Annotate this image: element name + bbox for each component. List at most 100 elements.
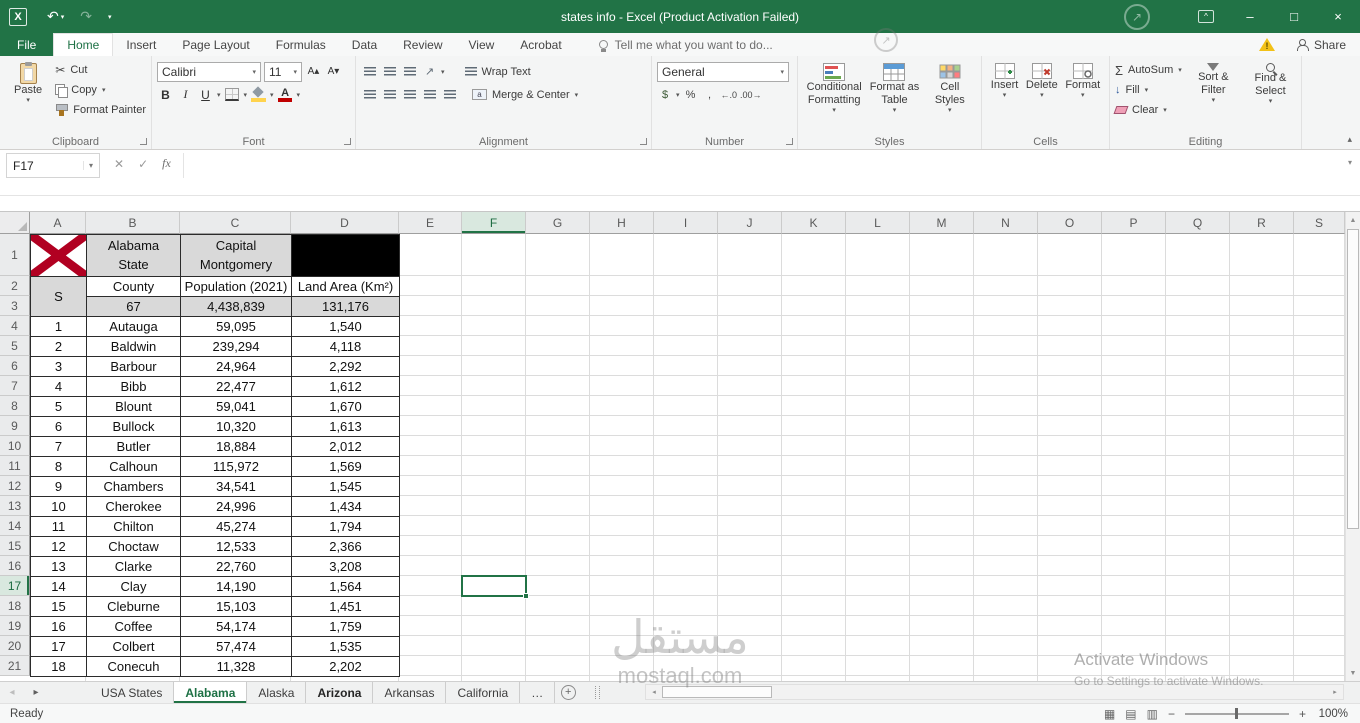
clear-button[interactable]: Clear ▾ bbox=[1113, 100, 1182, 120]
undo-button[interactable]: ↶ ▾ bbox=[47, 8, 64, 25]
row-header-13[interactable]: 13 bbox=[0, 496, 30, 516]
decrease-font-size-button[interactable]: A▾ bbox=[325, 63, 342, 81]
column-header-o[interactable]: O bbox=[1038, 212, 1102, 234]
align-left-button[interactable] bbox=[361, 86, 378, 104]
county-population-cell[interactable]: 45,274 bbox=[181, 517, 292, 537]
excel-app-icon[interactable]: X bbox=[9, 7, 27, 26]
county-name-cell[interactable]: Barbour bbox=[87, 357, 181, 377]
ribbon-tab-view[interactable]: View bbox=[456, 33, 508, 56]
county-id-cell[interactable]: 2 bbox=[31, 337, 87, 357]
county-id-cell[interactable]: 10 bbox=[31, 497, 87, 517]
scroll-right-icon[interactable]: ▸ bbox=[1327, 685, 1343, 699]
active-cell-selection[interactable] bbox=[461, 575, 529, 599]
column-header-q[interactable]: Q bbox=[1166, 212, 1230, 234]
county-id-cell[interactable]: 9 bbox=[31, 477, 87, 497]
county-area-cell[interactable]: 1,451 bbox=[292, 597, 400, 617]
comma-style-button[interactable]: , bbox=[702, 89, 718, 101]
county-area-cell[interactable]: 1,535 bbox=[292, 637, 400, 657]
county-name-cell[interactable]: Baldwin bbox=[87, 337, 181, 357]
insert-cells-button[interactable]: Insert ▾ bbox=[989, 60, 1021, 133]
county-name-cell[interactable]: Conecuh bbox=[87, 657, 181, 677]
cancel-formula-icon[interactable]: ✕ bbox=[114, 157, 124, 171]
customize-qat-button[interactable]: ▾ bbox=[108, 13, 112, 21]
county-area-cell[interactable]: 2,366 bbox=[292, 537, 400, 557]
fill-color-button[interactable] bbox=[250, 86, 267, 104]
county-id-cell[interactable]: 8 bbox=[31, 457, 87, 477]
formula-input[interactable] bbox=[182, 153, 1340, 178]
fill-handle[interactable] bbox=[523, 593, 529, 599]
cell-styles-button[interactable]: Cell Styles ▾ bbox=[924, 60, 976, 133]
county-name-cell[interactable]: Autauga bbox=[87, 317, 181, 337]
county-area-cell[interactable]: 1,569 bbox=[292, 457, 400, 477]
zoom-percentage[interactable]: 100% bbox=[1316, 708, 1348, 720]
county-name-cell[interactable]: Choctaw bbox=[87, 537, 181, 557]
page-break-view-icon[interactable]: ▥ bbox=[1147, 707, 1158, 721]
county-id-cell[interactable]: 1 bbox=[31, 317, 87, 337]
county-name-cell[interactable]: Butler bbox=[87, 437, 181, 457]
ribbon-tab-page-layout[interactable]: Page Layout bbox=[169, 33, 262, 56]
county-population-cell[interactable]: 15,103 bbox=[181, 597, 292, 617]
align-right-button[interactable] bbox=[401, 86, 418, 104]
county-population-cell[interactable]: 115,972 bbox=[181, 457, 292, 477]
middle-align-button[interactable] bbox=[381, 63, 398, 81]
scroll-down-icon[interactable]: ▼ bbox=[1346, 665, 1360, 681]
column-header-d[interactable]: D bbox=[291, 212, 399, 234]
county-area-cell[interactable]: 1,540 bbox=[292, 317, 400, 337]
minimize-button[interactable]: – bbox=[1228, 0, 1272, 33]
horizontal-scrollbar[interactable]: ◂ ▸ bbox=[645, 684, 1344, 700]
alabama-flag-image[interactable] bbox=[31, 235, 87, 277]
county-population-cell[interactable]: 11,328 bbox=[181, 657, 292, 677]
sheet-tab-arkansas[interactable]: Arkansas bbox=[373, 682, 447, 703]
row-header-7[interactable]: 7 bbox=[0, 376, 30, 396]
underline-button[interactable]: U bbox=[197, 86, 214, 104]
county-name-cell[interactable]: Cherokee bbox=[87, 497, 181, 517]
row-header-12[interactable]: 12 bbox=[0, 476, 30, 496]
format-cells-button[interactable]: Format ▾ bbox=[1063, 60, 1102, 133]
county-area-cell[interactable]: 1,612 bbox=[292, 377, 400, 397]
county-name-cell[interactable]: Blount bbox=[87, 397, 181, 417]
format-as-table-button[interactable]: Format as Table ▾ bbox=[865, 60, 923, 133]
row-header-1[interactable]: 1 bbox=[0, 234, 30, 276]
row-header-5[interactable]: 5 bbox=[0, 336, 30, 356]
row-header-16[interactable]: 16 bbox=[0, 556, 30, 576]
column-header-e[interactable]: E bbox=[399, 212, 462, 234]
county-name-cell[interactable]: Cleburne bbox=[87, 597, 181, 617]
row-header-6[interactable]: 6 bbox=[0, 356, 30, 376]
county-header-cell[interactable]: County bbox=[87, 277, 181, 297]
select-all-button[interactable] bbox=[0, 212, 30, 234]
county-area-cell[interactable]: 1,434 bbox=[292, 497, 400, 517]
area-header-cell[interactable]: Land Area (Km²) bbox=[292, 277, 400, 297]
column-header-h[interactable]: H bbox=[590, 212, 654, 234]
orientation-button[interactable]: ↗ bbox=[421, 63, 438, 81]
county-name-cell[interactable]: Clarke bbox=[87, 557, 181, 577]
maximize-button[interactable]: □ bbox=[1272, 0, 1316, 33]
county-id-cell[interactable]: 14 bbox=[31, 577, 87, 597]
county-population-cell[interactable]: 34,541 bbox=[181, 477, 292, 497]
font-name-combobox[interactable]: Calibri ▾ bbox=[157, 61, 261, 82]
ribbon-tab-file[interactable]: File bbox=[0, 33, 54, 56]
horizontal-scrollbar-track[interactable] bbox=[662, 685, 1327, 699]
column-header-i[interactable]: I bbox=[654, 212, 718, 234]
county-population-cell[interactable]: 10,320 bbox=[181, 417, 292, 437]
county-population-cell[interactable]: 57,474 bbox=[181, 637, 292, 657]
county-id-cell[interactable]: 7 bbox=[31, 437, 87, 457]
county-area-cell[interactable]: 3,208 bbox=[292, 557, 400, 577]
increase-font-size-button[interactable]: A▴ bbox=[305, 63, 322, 81]
county-area-cell[interactable]: 2,012 bbox=[292, 437, 400, 457]
column-header-f[interactable]: F bbox=[462, 212, 526, 234]
font-dialog-launcher-icon[interactable] bbox=[344, 138, 351, 145]
row-header-10[interactable]: 10 bbox=[0, 436, 30, 456]
ribbon-tab-review[interactable]: Review bbox=[390, 33, 455, 56]
county-id-cell[interactable]: 5 bbox=[31, 397, 87, 417]
row-header-3[interactable]: 3 bbox=[0, 296, 30, 316]
ribbon-tab-data[interactable]: Data bbox=[339, 33, 390, 56]
county-population-cell[interactable]: 22,477 bbox=[181, 377, 292, 397]
zoom-slider[interactable] bbox=[1184, 706, 1289, 722]
row-header-11[interactable]: 11 bbox=[0, 456, 30, 476]
row-header-8[interactable]: 8 bbox=[0, 396, 30, 416]
county-name-cell[interactable]: Calhoun bbox=[87, 457, 181, 477]
county-area-cell[interactable]: 1,564 bbox=[292, 577, 400, 597]
scroll-left-icon[interactable]: ◂ bbox=[646, 685, 662, 699]
conditional-formatting-button[interactable]: Conditional Formatting ▾ bbox=[803, 60, 865, 133]
scroll-up-icon[interactable]: ▲ bbox=[1346, 212, 1360, 228]
